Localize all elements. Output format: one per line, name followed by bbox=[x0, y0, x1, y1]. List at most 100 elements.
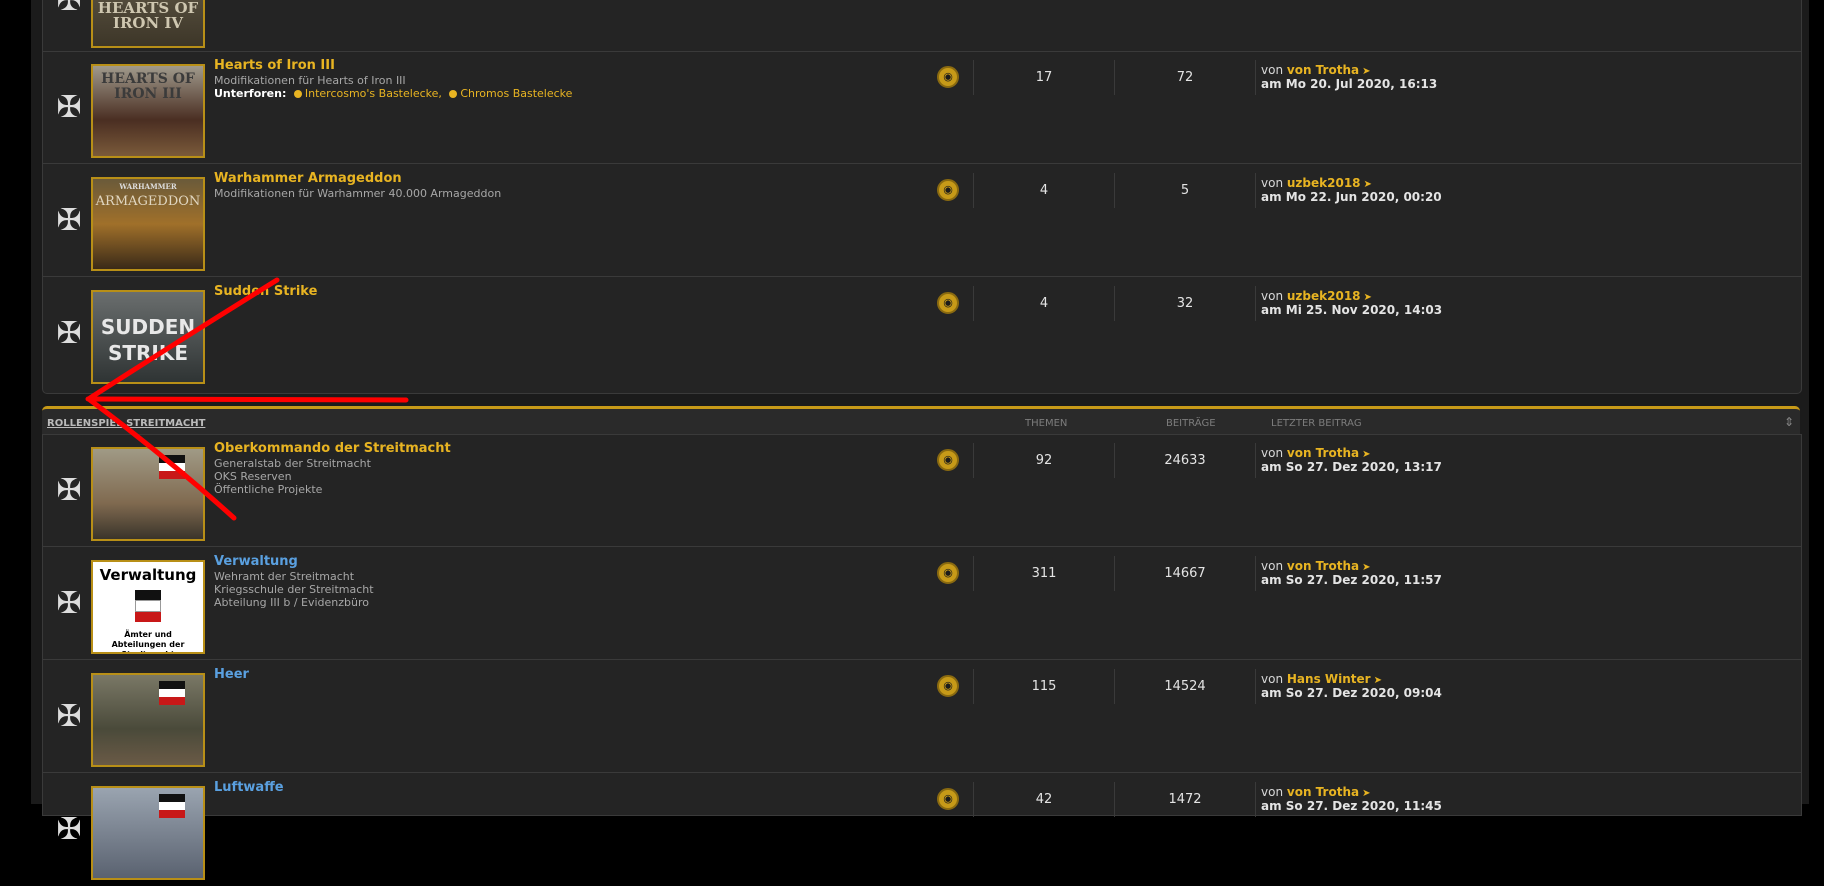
subforum-link[interactable]: Generalstab der Streitmacht bbox=[214, 457, 914, 470]
last-post: von Hans Winter ➤ am So 27. Dez 2020, 09:… bbox=[1261, 673, 1442, 700]
forum-block-streitmacht: ✠ Oberkommando der Streitmacht Generalst… bbox=[42, 434, 1802, 880]
forum-title-link[interactable]: Warhammer Armageddon bbox=[214, 171, 914, 187]
column-divider bbox=[1114, 669, 1115, 704]
feed-icon[interactable]: ◉ bbox=[937, 449, 959, 471]
forum-info: Luftwaffe bbox=[214, 780, 914, 796]
feed-icon[interactable]: ◉ bbox=[937, 562, 959, 584]
column-divider bbox=[1114, 556, 1115, 591]
last-post: von uzbek2018 ➤ am Mo 22. Jun 2020, 00:20 bbox=[1261, 177, 1442, 204]
last-post-user[interactable]: Hans Winter bbox=[1287, 672, 1371, 686]
subforum-link[interactable]: Kriegsschule der Streitmacht bbox=[214, 583, 914, 596]
iron-cross-icon: ✠ bbox=[56, 0, 82, 18]
forum-thumbnail[interactable] bbox=[91, 786, 205, 880]
subforum-link[interactable]: Intercosmo's Bastelecke, bbox=[305, 87, 442, 100]
forum-row: ✠ WARHAMMER ARMAGEDDON Warhammer Armaged… bbox=[43, 165, 1801, 277]
last-post-date: am Mo 20. Jul 2020, 16:13 bbox=[1261, 77, 1438, 91]
column-header-topics: THEMEN bbox=[1025, 418, 1068, 429]
forum-thumbnail[interactable] bbox=[91, 447, 205, 541]
last-post-user[interactable]: von Trotha bbox=[1287, 446, 1359, 460]
goto-last-post-icon[interactable]: ➤ bbox=[1364, 292, 1372, 303]
column-divider bbox=[1114, 286, 1115, 321]
topics-count: 115 bbox=[1031, 679, 1057, 694]
forum-title-link[interactable]: Oberkommando der Streitmacht bbox=[214, 441, 914, 457]
thumbnail-caption: Ämter und Abteilungen der Streitmacht bbox=[111, 630, 185, 652]
subforum-link[interactable]: OKS Reserven bbox=[214, 470, 914, 483]
forum-thumbnail[interactable]: Verwaltung Ämter und Abteilungen der Str… bbox=[91, 560, 205, 654]
column-divider bbox=[1255, 669, 1256, 704]
last-post-by: von bbox=[1261, 672, 1284, 686]
forum-info: Hearts of Iron III Modifikationen für He… bbox=[214, 58, 914, 101]
goto-last-post-icon[interactable]: ➤ bbox=[1362, 66, 1370, 77]
thumbnail-text: WARHAMMER bbox=[119, 182, 177, 191]
iron-cross-icon: ✠ bbox=[56, 90, 82, 125]
goto-last-post-icon[interactable]: ➤ bbox=[1374, 675, 1382, 686]
forum-title-link[interactable]: Hearts of Iron III bbox=[214, 58, 914, 74]
column-divider bbox=[973, 443, 974, 478]
thumbnail-text: HEARTS OF IRON III bbox=[101, 71, 195, 102]
topics-count: 42 bbox=[1035, 792, 1053, 807]
feed-icon[interactable]: ◉ bbox=[937, 788, 959, 810]
iron-cross-icon: ✠ bbox=[56, 699, 82, 734]
forum-info: Oberkommando der Streitmacht Generalstab… bbox=[214, 441, 914, 496]
forum-thumbnail[interactable]: HEARTS OF IRON IV bbox=[91, 0, 205, 48]
posts-count: 32 bbox=[1176, 296, 1194, 311]
forum-title-link[interactable]: Sudden Strike bbox=[214, 284, 914, 300]
feed-icon[interactable]: ◉ bbox=[937, 292, 959, 314]
category-title-link[interactable]: ROLLENSPIEL STREITMACHT bbox=[47, 418, 205, 429]
last-post-date: am So 27. Dez 2020, 13:17 bbox=[1261, 460, 1442, 474]
last-post-user[interactable]: von Trotha bbox=[1287, 559, 1359, 573]
last-post-by: von bbox=[1261, 289, 1284, 303]
goto-last-post-icon[interactable]: ➤ bbox=[1364, 179, 1372, 190]
goto-last-post-icon[interactable]: ➤ bbox=[1362, 562, 1370, 573]
subforum-link[interactable]: Wehramt der Streitmacht bbox=[214, 570, 914, 583]
last-post-user[interactable]: von Trotha bbox=[1287, 785, 1359, 799]
forum-thumbnail[interactable]: HEARTS OF IRON III bbox=[91, 64, 205, 158]
subforum-link[interactable]: Abteilung III b / Evidenzbüro bbox=[214, 596, 914, 609]
feed-icon[interactable]: ◉ bbox=[937, 675, 959, 697]
subforum-link[interactable]: Chromos Bastelecke bbox=[460, 87, 572, 100]
forum-thumbnail[interactable]: WARHAMMER ARMAGEDDON bbox=[91, 177, 205, 271]
last-post-date: am Mo 22. Jun 2020, 00:20 bbox=[1261, 190, 1442, 204]
last-post-date: am So 27. Dez 2020, 11:57 bbox=[1261, 573, 1442, 587]
feed-icon[interactable]: ◉ bbox=[937, 66, 959, 88]
goto-last-post-icon[interactable]: ➤ bbox=[1362, 788, 1370, 799]
subforum-link[interactable]: Öffentliche Projekte bbox=[214, 483, 914, 496]
last-post-user[interactable]: von Trotha bbox=[1287, 63, 1359, 77]
column-divider bbox=[1255, 556, 1256, 591]
thumbnail-title: Verwaltung bbox=[99, 566, 197, 584]
thumbnail-text: SUDDEN STRIKE bbox=[100, 315, 196, 365]
iron-cross-icon: ✠ bbox=[56, 203, 82, 238]
forum-title-link[interactable]: Luftwaffe bbox=[214, 780, 914, 796]
last-post-user[interactable]: uzbek2018 bbox=[1287, 176, 1361, 190]
posts-count: 1472 bbox=[1168, 792, 1202, 807]
forum-block-games: ✠ HEARTS OF IRON IV ✠ HEARTS OF IRON III… bbox=[42, 0, 1802, 394]
posts-count: 72 bbox=[1176, 70, 1194, 85]
collapse-toggle-icon[interactable]: ⇕ bbox=[1784, 415, 1794, 429]
iron-cross-icon: ✠ bbox=[56, 316, 82, 351]
forum-row: ✠ HEARTS OF IRON III Hearts of Iron III … bbox=[43, 52, 1801, 164]
forum-thumbnail[interactable]: SUDDEN STRIKE bbox=[91, 290, 205, 384]
forum-title-link[interactable]: Verwaltung bbox=[214, 554, 914, 570]
forum-row: ✠ HEARTS OF IRON IV bbox=[43, 0, 1801, 52]
last-post-user[interactable]: uzbek2018 bbox=[1287, 289, 1361, 303]
feed-icon[interactable]: ◉ bbox=[937, 179, 959, 201]
column-divider bbox=[1114, 443, 1115, 478]
topics-count: 4 bbox=[1039, 183, 1049, 198]
topics-count: 4 bbox=[1039, 296, 1049, 311]
last-post: von uzbek2018 ➤ am Mi 25. Nov 2020, 14:03 bbox=[1261, 290, 1442, 317]
topics-count: 92 bbox=[1035, 453, 1053, 468]
goto-last-post-icon[interactable]: ➤ bbox=[1362, 449, 1370, 460]
forum-thumbnail[interactable] bbox=[91, 673, 205, 767]
forum-description: Modifikationen für Hearts of Iron III bbox=[214, 74, 406, 87]
column-divider bbox=[1255, 782, 1256, 817]
forum-title-link[interactable]: Heer bbox=[214, 667, 914, 683]
iron-cross-icon: ✠ bbox=[56, 812, 82, 847]
subforum-icon bbox=[293, 90, 302, 98]
last-post-by: von bbox=[1261, 446, 1284, 460]
posts-count: 5 bbox=[1180, 183, 1190, 198]
last-post-date: am So 27. Dez 2020, 09:04 bbox=[1261, 686, 1442, 700]
subforum-icon bbox=[449, 90, 458, 98]
forum-info: Sudden Strike bbox=[214, 284, 914, 300]
column-divider bbox=[973, 669, 974, 704]
subforums-line: Unterforen: Intercosmo's Bastelecke, Chr… bbox=[214, 87, 914, 101]
